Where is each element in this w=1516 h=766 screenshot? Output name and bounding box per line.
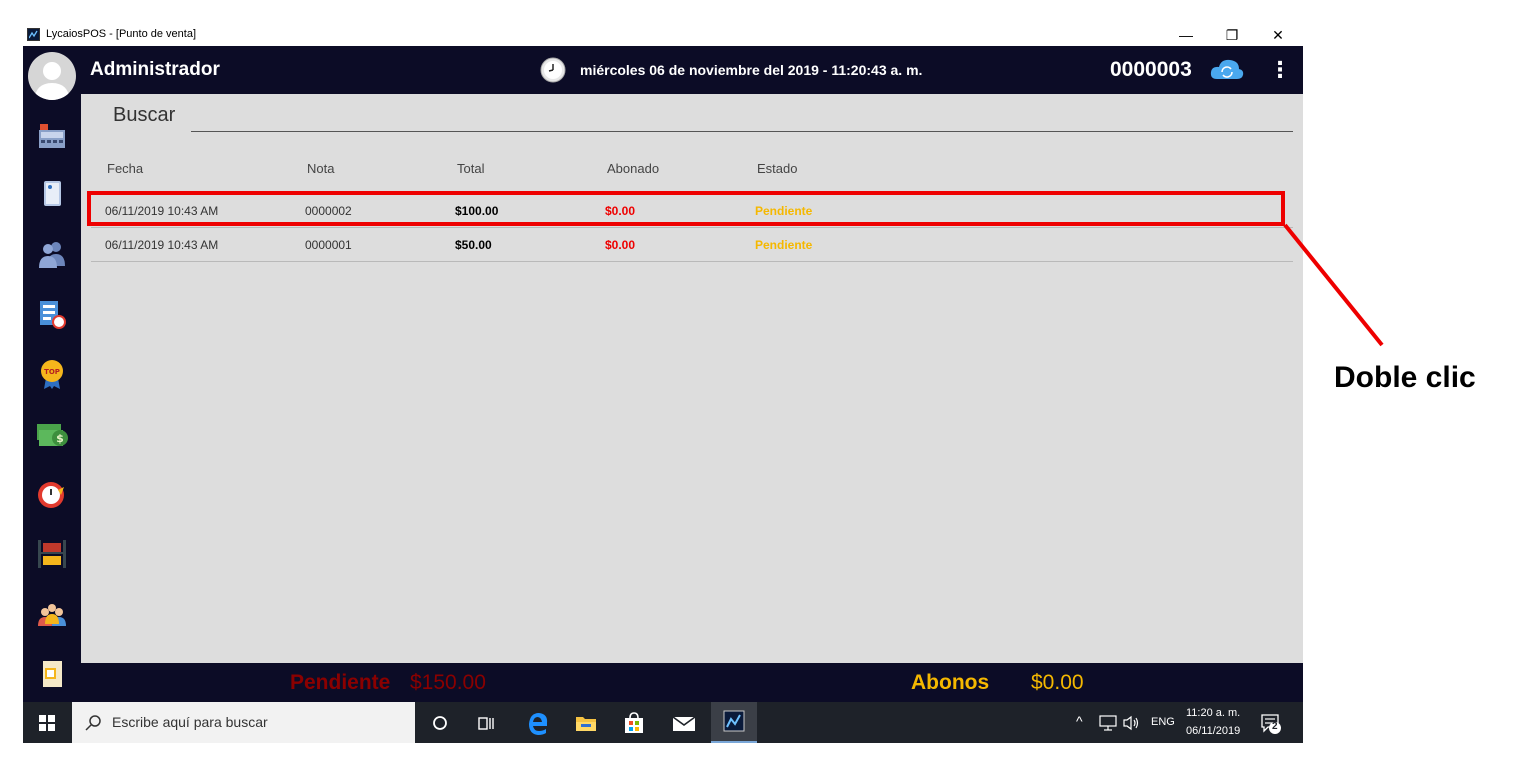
current-datetime: miércoles 06 de noviembre del 2019 - 11:… <box>580 62 923 78</box>
annotation-pointer-line <box>1283 223 1384 347</box>
row-divider <box>91 261 1293 262</box>
notebook-icon[interactable] <box>36 178 68 210</box>
app-header: Administrador miércoles 06 de noviembre … <box>23 46 1303 94</box>
search-input[interactable] <box>191 131 1293 132</box>
taskbar-search-box[interactable]: Escribe aquí para buscar <box>72 702 415 743</box>
report-clock-icon[interactable] <box>36 298 68 330</box>
cell-total: $50.00 <box>455 238 492 252</box>
main-content: Buscar Fecha Nota Total Abonado Estado 0… <box>81 94 1303 663</box>
column-header-total: Total <box>457 161 485 176</box>
column-header-estado: Estado <box>757 161 798 176</box>
taskbar-search-placeholder: Escribe aquí para buscar <box>112 714 268 730</box>
payments-label: Abonos <box>911 671 990 694</box>
cell-abonado: $0.00 <box>605 238 636 252</box>
store-icon[interactable] <box>621 710 647 736</box>
taskbar-lycaiospos-app[interactable] <box>711 702 757 743</box>
cloud-sync-icon[interactable] <box>1209 57 1245 83</box>
taskbar: Escribe aquí para buscar ^ ENG 11:20 a. … <box>23 702 1303 743</box>
tray-overflow-icon[interactable]: ^ <box>1076 713 1083 729</box>
totals-footer: Pendiente $150.00 Abonos $0.00 <box>81 663 1303 702</box>
windows-start-icon[interactable] <box>39 715 55 731</box>
window-title-bar: LycaiosPOS - [Punto de venta] — ❐ ✕ <box>23 24 1303 46</box>
users-icon[interactable] <box>36 238 68 270</box>
document-icon[interactable] <box>36 658 68 690</box>
top-badge-icon[interactable]: TOP <box>36 358 68 390</box>
notification-count: 2 <box>1272 721 1278 732</box>
customers-icon[interactable] <box>36 598 68 630</box>
cash-register-icon[interactable] <box>36 120 68 152</box>
task-view-icon[interactable] <box>473 710 499 736</box>
avatar[interactable] <box>28 52 76 100</box>
window-title: LycaiosPOS - [Punto de venta] <box>46 28 197 40</box>
network-icon[interactable] <box>1099 715 1117 731</box>
taskbar-date[interactable]: 06/11/2019 <box>1186 725 1240 737</box>
volume-icon[interactable] <box>1122 715 1140 731</box>
pending-label: Pendiente <box>290 671 391 694</box>
svg-text:$: $ <box>56 432 64 445</box>
inventory-shelf-icon[interactable] <box>36 538 68 570</box>
pending-value: $150.00 <box>410 671 486 694</box>
sidebar: TOP $ <box>23 46 81 702</box>
timer-icon[interactable] <box>36 478 68 510</box>
lycaiospos-app-icon <box>723 710 745 732</box>
column-header-fecha: Fecha <box>107 161 144 176</box>
table-row[interactable]: 06/11/2019 10:43 AM 0000001 $50.00 $0.00… <box>91 228 1293 262</box>
file-explorer-icon[interactable] <box>573 710 599 736</box>
current-note-number: 0000003 <box>1110 58 1192 81</box>
more-options-icon[interactable]: ⋮ <box>1269 57 1291 83</box>
annotation-label: Doble clic <box>1334 361 1476 394</box>
notifications-icon[interactable] <box>1260 713 1282 735</box>
mail-icon[interactable] <box>671 710 697 736</box>
payments-value: $0.00 <box>1031 671 1084 694</box>
column-header-nota: Nota <box>307 161 335 176</box>
cell-nota: 0000001 <box>305 238 352 252</box>
search-label: Buscar <box>113 104 176 126</box>
user-name: Administrador <box>90 59 220 80</box>
cortana-icon[interactable] <box>427 710 453 736</box>
svg-text:TOP: TOP <box>44 368 60 376</box>
minimize-button[interactable]: — <box>1163 24 1209 46</box>
edge-browser-icon[interactable] <box>525 710 551 736</box>
close-button[interactable]: ✕ <box>1255 24 1301 46</box>
clock-icon <box>540 57 566 83</box>
restore-button[interactable]: ❐ <box>1209 24 1255 46</box>
taskbar-time[interactable]: 11:20 a. m. <box>1186 707 1240 719</box>
language-indicator[interactable]: ENG <box>1151 716 1175 728</box>
money-icon[interactable]: $ <box>36 418 68 450</box>
highlight-box <box>87 191 1285 226</box>
cell-fecha: 06/11/2019 10:43 AM <box>105 238 219 252</box>
search-icon <box>85 715 101 731</box>
cell-estado: Pendiente <box>755 238 813 252</box>
column-header-abonado: Abonado <box>607 161 660 176</box>
app-logo-icon <box>27 28 40 41</box>
